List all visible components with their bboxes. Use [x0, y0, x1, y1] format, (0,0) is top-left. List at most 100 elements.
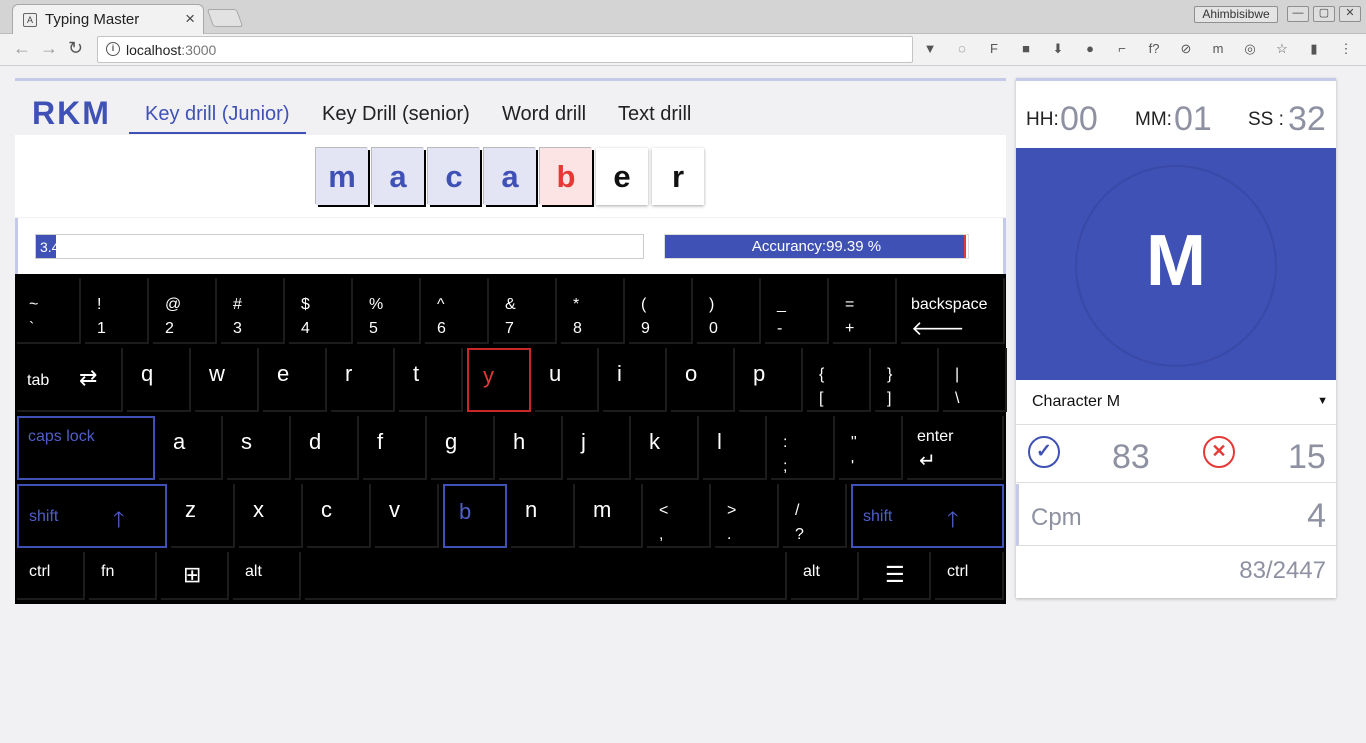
key-q[interactable]: q	[127, 348, 191, 412]
m-icon[interactable]: m	[1210, 41, 1226, 57]
key-0[interactable]: ) 0	[697, 278, 761, 344]
key-1[interactable]: ! 1	[85, 278, 149, 344]
tag-icon[interactable]: ⌐	[1114, 41, 1130, 57]
tab-key[interactable]: tab ⇄	[17, 348, 123, 412]
color-icon[interactable]: ●	[1082, 41, 1098, 57]
key--[interactable]: _ -	[765, 278, 829, 344]
key-o[interactable]: o	[671, 348, 735, 412]
right-alt-key[interactable]: alt	[791, 552, 859, 600]
key-;[interactable]: :;	[771, 416, 835, 480]
key-bottom-label: \	[955, 390, 960, 407]
key-x[interactable]: x	[239, 484, 303, 548]
key-7[interactable]: & 7	[493, 278, 557, 344]
font-icon[interactable]: f?	[1146, 41, 1162, 57]
block-icon[interactable]: ⊘	[1178, 41, 1194, 57]
menu-icon: ☰	[885, 562, 905, 587]
key-b[interactable]: b	[443, 484, 507, 548]
key-a[interactable]: a	[159, 416, 223, 480]
key-f[interactable]: f	[363, 416, 427, 480]
eye-icon[interactable]: ◎	[1242, 41, 1258, 57]
current-char-display: M	[1016, 148, 1336, 380]
key-c[interactable]: c	[307, 484, 371, 548]
key-bottom-label: `	[29, 320, 35, 337]
key-e[interactable]: e	[263, 348, 327, 412]
key-'[interactable]: " '	[839, 416, 903, 480]
filter-icon[interactable]: ▼	[922, 41, 938, 57]
maximize-button[interactable]: ▢	[1313, 6, 1335, 22]
caps-lock-key[interactable]: caps lock	[17, 416, 155, 480]
key-d[interactable]: d	[295, 416, 359, 480]
key-8[interactable]: * 8	[561, 278, 625, 344]
browser-tab[interactable]: A Typing Master ×	[12, 4, 204, 34]
right-shift-key[interactable]: shift 🡑	[851, 484, 1004, 548]
key-][interactable]: }]	[875, 348, 939, 412]
key-v[interactable]: v	[375, 484, 439, 548]
key-s[interactable]: s	[227, 416, 291, 480]
windows-key[interactable]: ⊞	[161, 552, 229, 600]
key-k[interactable]: k	[635, 416, 699, 480]
back-icon[interactable]: ←	[13, 38, 31, 59]
key-?[interactable]: /?	[783, 484, 847, 548]
key-m[interactable]: m	[579, 484, 643, 548]
address-bar[interactable]: i localhost:3000	[97, 36, 913, 63]
key-,[interactable]: <,	[647, 484, 711, 548]
key-top-label: #	[233, 296, 242, 313]
code-icon[interactable]: ◌	[954, 41, 970, 57]
tab-key-drill-junior[interactable]: Key drill (Junior)	[145, 103, 289, 126]
key-i[interactable]: i	[603, 348, 667, 412]
tab-text-drill[interactable]: Text drill	[618, 103, 691, 126]
key-5[interactable]: % 5	[357, 278, 421, 344]
new-tab-button[interactable]	[206, 9, 244, 27]
character-select[interactable]: Character M ▼	[1016, 380, 1336, 425]
key-y[interactable]: y	[467, 348, 531, 412]
key-9[interactable]: (9	[629, 278, 693, 344]
left-alt-key[interactable]: alt	[233, 552, 301, 600]
key-h[interactable]: h	[499, 416, 563, 480]
key-bottom-label: -	[777, 320, 783, 337]
backspace-key[interactable]: backspace 🡐	[901, 278, 1005, 344]
tab-key-drill-senior[interactable]: Key Drill (senior)	[322, 103, 470, 126]
space-key[interactable]	[305, 552, 787, 600]
key-r[interactable]: r	[331, 348, 395, 412]
key-u[interactable]: u	[535, 348, 599, 412]
star-icon[interactable]: ☆	[1274, 41, 1290, 57]
bug-icon[interactable]: ■	[1018, 41, 1034, 57]
right-ctrl-key[interactable]: ctrl	[935, 552, 1004, 600]
key-w[interactable]: w	[195, 348, 259, 412]
minimize-button[interactable]: —	[1287, 6, 1309, 22]
key-3[interactable]: #3	[221, 278, 285, 344]
key-letter: i	[617, 361, 622, 386]
key-l[interactable]: l	[703, 416, 767, 480]
tab-word-drill[interactable]: Word drill	[502, 103, 586, 126]
progress-bar: 3.4	[35, 234, 644, 259]
key-6[interactable]: ^ 6	[425, 278, 489, 344]
fn-key[interactable]: fn	[89, 552, 157, 600]
key-+[interactable]: = +	[833, 278, 897, 344]
download-icon[interactable]: ⬇	[1050, 41, 1066, 57]
tab-close-icon[interactable]: ×	[185, 9, 195, 29]
menu-key[interactable]: ☰	[863, 552, 931, 600]
key-.[interactable]: >.	[715, 484, 779, 548]
enter-key[interactable]: enter ↵	[907, 416, 1004, 480]
left-shift-key[interactable]: shift 🡑	[17, 484, 167, 548]
key-`[interactable]: ~ `	[17, 278, 81, 344]
reload-icon[interactable]: ↻	[68, 38, 83, 59]
info-icon[interactable]: i	[106, 42, 120, 56]
feedly-icon[interactable]: F	[986, 41, 1002, 57]
key-z[interactable]: z	[171, 484, 235, 548]
key-[[interactable]: {[	[807, 348, 871, 412]
left-ctrl-key[interactable]: ctrl	[17, 552, 85, 600]
profile-chip[interactable]: Ahimbisibwe	[1194, 6, 1278, 23]
close-window-button[interactable]: ✕	[1339, 6, 1361, 22]
key-p[interactable]: p	[739, 348, 803, 412]
forward-icon[interactable]: →	[40, 38, 58, 59]
key-j[interactable]: j	[567, 416, 631, 480]
key-g[interactable]: g	[431, 416, 495, 480]
key-n[interactable]: n	[511, 484, 575, 548]
key-4[interactable]: $4	[289, 278, 353, 344]
extension-icon[interactable]: ▮	[1306, 41, 1322, 57]
key-t[interactable]: t	[399, 348, 463, 412]
key-\[interactable]: | \	[943, 348, 1007, 412]
key-2[interactable]: @2	[153, 278, 217, 344]
menu-icon[interactable]: ⋮	[1338, 41, 1354, 57]
